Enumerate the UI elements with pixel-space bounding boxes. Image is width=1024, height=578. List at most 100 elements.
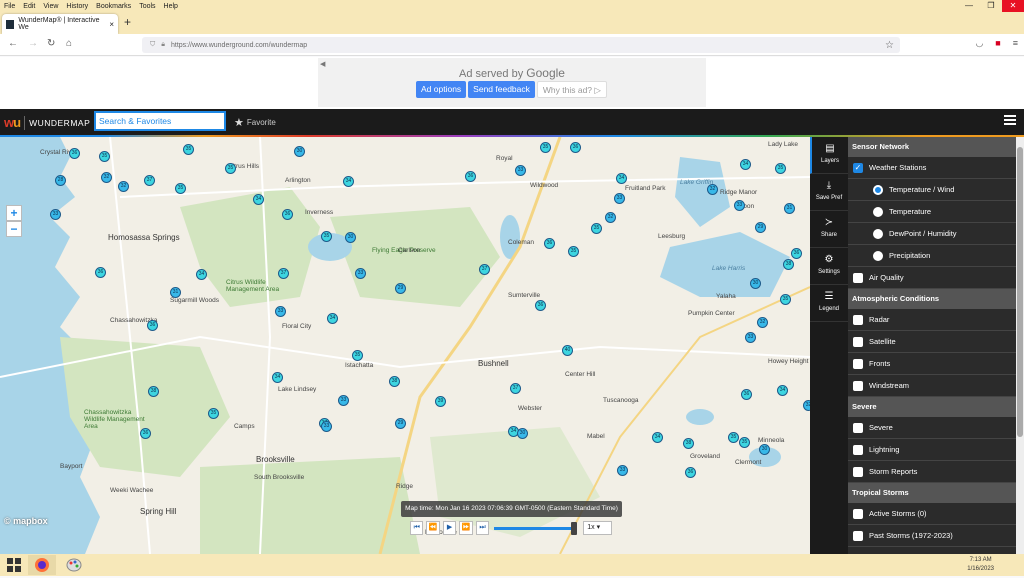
new-tab-button[interactable]: + (124, 15, 131, 29)
weather-stations-toggle[interactable]: ✓ Weather Stations (848, 157, 1016, 179)
app-menu-icon[interactable]: ≡ (1013, 38, 1018, 49)
checkbox-checked-icon[interactable]: ✓ (853, 162, 863, 173)
save-pref-button[interactable]: ⤓ Save Pref (810, 174, 848, 211)
station-marker[interactable]: 35 (99, 151, 110, 162)
station-marker[interactable]: 35 (591, 223, 602, 234)
station-marker[interactable]: 37 (510, 383, 521, 394)
tab-wundermap[interactable]: WunderMap® | Interactive We × (2, 14, 118, 34)
station-marker[interactable]: 34 (196, 269, 207, 280)
home-icon[interactable]: ⌂ (66, 38, 72, 49)
station-marker[interactable]: 36 (282, 209, 293, 220)
station-marker[interactable]: 33 (338, 395, 349, 406)
station-marker[interactable]: 29 (755, 222, 766, 233)
radio-icon[interactable] (873, 228, 883, 239)
minimize-icon[interactable]: — (958, 0, 980, 12)
time-slider[interactable] (494, 521, 578, 535)
station-marker[interactable]: 36 (544, 238, 555, 249)
search-input[interactable]: Search & Favorites (94, 111, 226, 131)
station-marker[interactable]: 31 (784, 203, 795, 214)
panel-scrollbar[interactable] (1016, 137, 1024, 554)
menu-tools[interactable]: Tools (139, 3, 155, 10)
radio-icon[interactable] (873, 206, 883, 217)
menu-help[interactable]: Help (164, 3, 178, 10)
tab-close-icon[interactable]: × (109, 20, 114, 29)
station-marker[interactable]: 33 (275, 306, 286, 317)
station-marker[interactable]: 34 (777, 385, 788, 396)
station-marker[interactable]: 33 (614, 193, 625, 204)
lock-icon[interactable]: 🔒︎ (161, 41, 165, 49)
checkbox-icon[interactable] (853, 530, 863, 541)
station-marker[interactable]: 35 (780, 294, 791, 305)
share-button[interactable]: ≻ Share (810, 211, 848, 248)
station-marker[interactable]: 31 (170, 287, 181, 298)
temperature-option[interactable]: Temperature (848, 201, 1016, 223)
checkbox-icon[interactable] (853, 358, 863, 369)
station-marker[interactable]: 32 (118, 181, 129, 192)
checkbox-icon[interactable] (853, 336, 863, 347)
station-marker[interactable]: 36 (535, 300, 546, 311)
checkbox-icon[interactable] (853, 466, 863, 477)
station-marker[interactable]: 33 (617, 465, 628, 476)
menu-bookmarks[interactable]: Bookmarks (96, 3, 131, 10)
menu-file[interactable]: File (4, 3, 15, 10)
menu-edit[interactable]: Edit (23, 3, 35, 10)
severe-toggle[interactable]: Severe (848, 417, 1016, 439)
station-marker[interactable]: 35 (568, 246, 579, 257)
station-marker[interactable]: 32 (757, 317, 768, 328)
fast-forward-icon[interactable]: ⏩ (459, 521, 473, 535)
station-marker[interactable]: 33 (50, 209, 61, 220)
forward-icon[interactable]: → (28, 38, 38, 49)
checkbox-icon[interactable] (853, 508, 863, 519)
station-marker[interactable]: 36 (69, 148, 80, 159)
checkbox-icon[interactable] (853, 380, 863, 391)
close-window-icon[interactable]: ✕ (1002, 0, 1024, 12)
station-marker[interactable]: 36 (465, 171, 476, 182)
station-marker[interactable]: 35 (540, 142, 551, 153)
scrollbar-thumb[interactable] (1017, 147, 1023, 437)
station-marker[interactable]: 29 (395, 418, 406, 429)
windows-start-icon[interactable] (6, 557, 22, 573)
back-icon[interactable]: ← (8, 38, 18, 49)
station-marker[interactable]: 35 (175, 183, 186, 194)
station-marker[interactable]: 28 (55, 175, 66, 186)
rewind-icon[interactable]: ⏪ (426, 521, 440, 535)
legend-button[interactable]: ☰ Legend (810, 285, 848, 322)
storm-reports-toggle[interactable]: Storm Reports (848, 461, 1016, 483)
station-marker[interactable]: 30 (517, 428, 528, 439)
station-marker[interactable]: 35 (225, 163, 236, 174)
station-marker[interactable]: 35 (352, 350, 363, 361)
dewpoint-option[interactable]: DewPoint / Humidity (848, 223, 1016, 245)
reload-icon[interactable]: ↻ (47, 38, 55, 49)
system-clock[interactable]: 7:13 AM 1/16/2023 (967, 556, 994, 574)
pocket-icon[interactable]: ◡ (975, 38, 983, 49)
station-marker[interactable]: 32 (101, 172, 112, 183)
wu-logo[interactable]: wu WUNDERMAP (4, 115, 90, 130)
station-marker[interactable]: 36 (741, 389, 752, 400)
map-canvas[interactable]: Crystal River Citrus Hills Arlington Royal W… (0, 137, 810, 554)
play-icon[interactable]: ▶ (442, 521, 457, 535)
shield-icon[interactable]: ⛉ (150, 41, 155, 49)
lightning-toggle[interactable]: Lightning (848, 439, 1016, 461)
station-marker[interactable]: 33 (515, 165, 526, 176)
extension-icon[interactable]: ■ (995, 38, 1000, 49)
station-marker[interactable]: 34 (253, 194, 264, 205)
station-marker[interactable]: 35 (208, 408, 219, 419)
station-marker[interactable]: 33 (321, 421, 332, 432)
checkbox-icon[interactable] (853, 272, 863, 283)
station-marker[interactable]: 35 (728, 432, 739, 443)
radio-icon[interactable] (873, 250, 883, 261)
station-marker[interactable]: 32 (803, 400, 810, 411)
station-marker[interactable]: 34 (616, 173, 627, 184)
speed-select[interactable]: 1x ▾ (583, 521, 613, 535)
station-marker[interactable]: 34 (272, 372, 283, 383)
temp-wind-option[interactable]: Temperature / Wind (848, 179, 1016, 201)
station-marker[interactable]: 32 (707, 184, 718, 195)
menu-history[interactable]: History (66, 3, 88, 10)
radar-toggle[interactable]: Radar (848, 309, 1016, 331)
active-storms-toggle[interactable]: Active Storms (0) (848, 503, 1016, 525)
layers-button[interactable]: ▤ Layers (810, 137, 848, 174)
station-marker[interactable]: 33 (745, 332, 756, 343)
ad-options-button[interactable]: Ad options (416, 81, 467, 98)
settings-button[interactable]: ⚙ Settings (810, 248, 848, 285)
firefox-taskbar-icon[interactable] (28, 555, 56, 575)
